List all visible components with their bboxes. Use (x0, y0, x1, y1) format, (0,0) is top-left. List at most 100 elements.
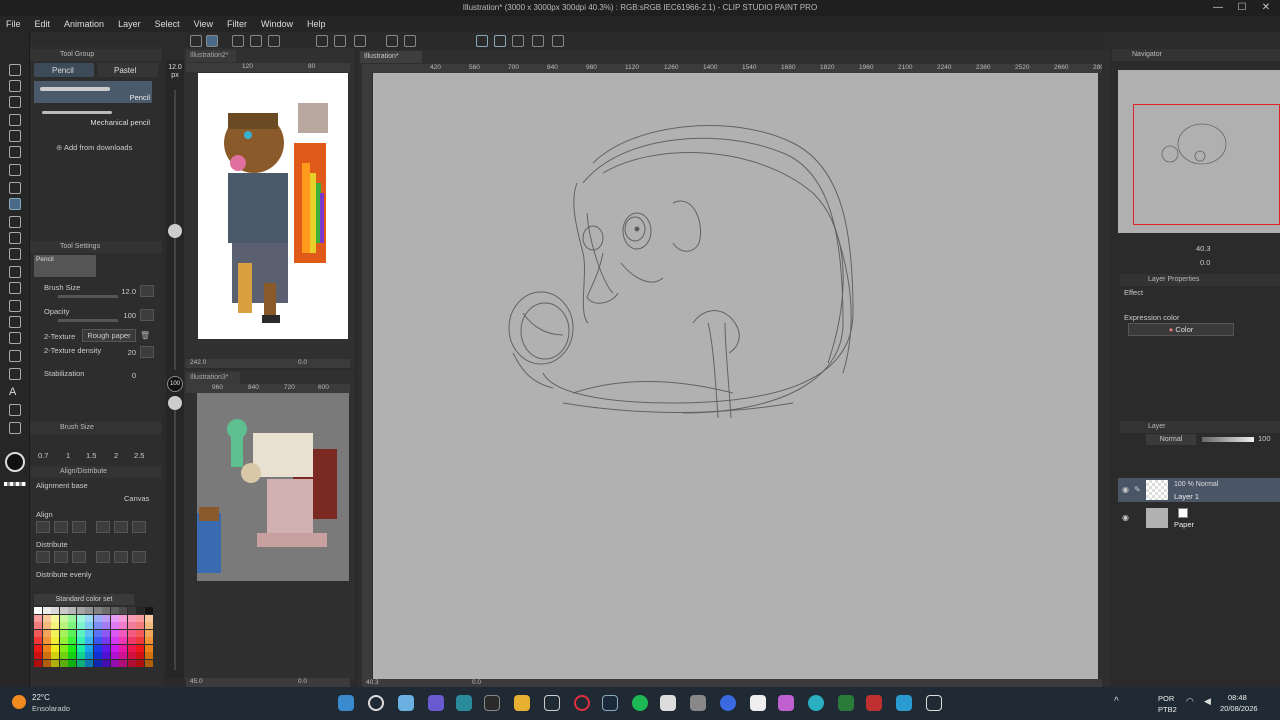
distribute-button[interactable] (36, 551, 50, 563)
auto-select-tool-icon[interactable] (9, 146, 21, 158)
texture-density-stepper[interactable] (140, 346, 154, 358)
expression-color-select[interactable]: ● Color (1128, 323, 1234, 336)
minimize-button[interactable]: — (1210, 2, 1226, 14)
color-swatch[interactable] (51, 652, 59, 659)
sync-icon[interactable] (552, 35, 564, 47)
color-swatch[interactable] (136, 629, 144, 637)
opera-icon[interactable] (574, 695, 590, 711)
color-swatch[interactable] (76, 644, 85, 652)
color-swatch[interactable] (51, 614, 59, 622)
excel-icon[interactable] (838, 695, 854, 711)
color-swatch[interactable] (136, 659, 144, 667)
color-swatch[interactable] (42, 659, 51, 667)
edge-icon[interactable] (808, 695, 824, 711)
tab-pastel[interactable]: Pastel (98, 63, 158, 77)
language-indicator[interactable]: POR (1158, 694, 1174, 703)
color-swatch[interactable] (119, 607, 127, 614)
blend-tool-icon[interactable] (9, 282, 21, 294)
clip-studio-icon[interactable] (398, 695, 414, 711)
brush-size-preset[interactable]: 1.5 (86, 451, 96, 460)
color-swatch[interactable] (42, 652, 51, 659)
tab-illustration[interactable]: Illustration* (360, 51, 422, 63)
app-icon[interactable] (660, 695, 676, 711)
add-from-downloads-button[interactable]: ⊕ Add from downloads (56, 143, 132, 152)
color-swatch[interactable] (110, 637, 119, 644)
color-set-select[interactable]: Standard color set (34, 594, 134, 605)
color-swatch[interactable] (59, 629, 68, 637)
text-tool-icon[interactable]: A (9, 386, 21, 398)
color-swatch[interactable] (51, 659, 59, 667)
color-swatch[interactable] (93, 652, 102, 659)
menu-view[interactable]: View (194, 19, 213, 29)
distribute-button[interactable] (132, 551, 146, 563)
color-swatch[interactable] (110, 659, 119, 667)
maximize-button[interactable]: ☐ (1234, 2, 1250, 14)
color-swatch[interactable] (110, 629, 119, 637)
color-swatch[interactable] (127, 622, 136, 629)
color-swatch[interactable] (136, 622, 144, 629)
brush-size-preset[interactable]: 0.7 (38, 451, 48, 460)
layer-row-paper[interactable]: ◉ Paper (1118, 506, 1280, 530)
color-swatch[interactable] (42, 629, 51, 637)
close-button[interactable]: ✕ (1258, 2, 1274, 14)
color-swatch[interactable] (127, 629, 136, 637)
color-swatch[interactable] (34, 659, 42, 667)
opacity-track[interactable] (174, 400, 176, 670)
color-swatch[interactable] (85, 629, 93, 637)
color-swatch[interactable] (85, 644, 93, 652)
color-swatch[interactable] (119, 614, 127, 622)
navigator-angle[interactable]: 0.0 (1200, 258, 1210, 267)
color-swatch[interactable] (144, 622, 153, 629)
color-swatch[interactable] (85, 607, 93, 614)
color-swatch[interactable] (34, 614, 42, 622)
color-swatch[interactable] (102, 644, 110, 652)
color-swatch[interactable] (34, 629, 42, 637)
color-swatch[interactable] (76, 607, 85, 614)
color-swatch[interactable] (144, 644, 153, 652)
texture-density-value[interactable]: 20 (116, 348, 136, 357)
color-swatch[interactable] (144, 629, 153, 637)
eyedropper-tool-icon[interactable] (9, 164, 21, 176)
opacity-stepper[interactable] (140, 309, 154, 321)
color-swatch[interactable] (93, 607, 102, 614)
speaker-icon[interactable]: ◀ (1204, 696, 1211, 707)
color-swatch[interactable] (34, 622, 42, 629)
brush-tool-icon[interactable] (9, 216, 21, 228)
color-swatch[interactable] (110, 622, 119, 629)
opacity-value[interactable]: 100 (116, 311, 136, 320)
color-swatch[interactable] (144, 637, 153, 644)
color-swatch[interactable] (110, 607, 119, 614)
opacity-slider[interactable] (58, 319, 118, 322)
color-swatch[interactable] (93, 614, 102, 622)
color-swatch[interactable] (93, 637, 102, 644)
navigator-view-frame[interactable] (1133, 104, 1280, 225)
color-swatch[interactable] (51, 637, 59, 644)
color-swatch[interactable] (110, 652, 119, 659)
color-swatch[interactable] (42, 614, 51, 622)
color-swatch[interactable] (34, 652, 42, 659)
brush-mechanical-pencil[interactable]: Mechanical pencil (34, 105, 152, 127)
color-swatch[interactable] (136, 607, 144, 614)
color-swatch[interactable] (76, 629, 85, 637)
clock-date[interactable]: 20/08/2026 (1220, 704, 1258, 713)
align-center-button[interactable] (54, 521, 68, 533)
color-swatch[interactable] (110, 614, 119, 622)
color-swatch[interactable] (76, 652, 85, 659)
app-icon[interactable] (896, 695, 912, 711)
color-swatch[interactable] (136, 652, 144, 659)
steam-icon[interactable] (602, 695, 618, 711)
color-swatch[interactable] (68, 629, 76, 637)
brush-size-handle[interactable] (168, 224, 182, 238)
menu-file[interactable]: File (6, 19, 21, 29)
app-icon[interactable] (690, 695, 706, 711)
save-icon[interactable] (268, 35, 280, 47)
color-swatch[interactable] (42, 622, 51, 629)
app-icon[interactable] (544, 695, 560, 711)
distribute-button[interactable] (114, 551, 128, 563)
settings-icon[interactable] (532, 35, 544, 47)
layer-opacity-value[interactable]: 100 (1258, 434, 1271, 443)
app-icon[interactable] (866, 695, 882, 711)
app-icon[interactable] (456, 695, 472, 711)
brush-size-slider[interactable] (58, 295, 118, 298)
menu-window[interactable]: Window (261, 19, 293, 29)
